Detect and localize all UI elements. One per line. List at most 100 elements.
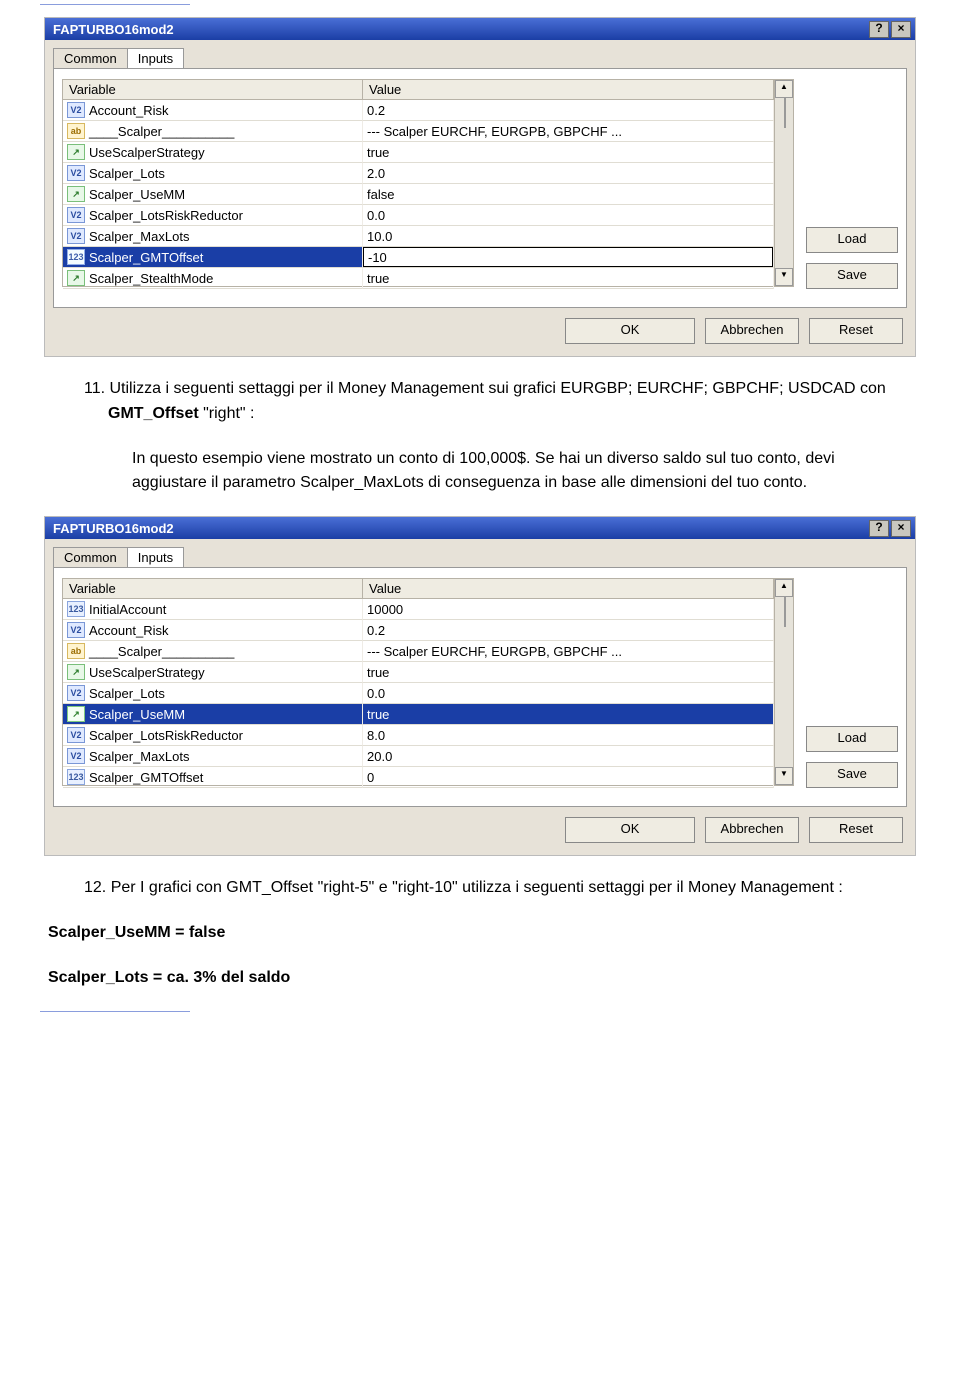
value-cell[interactable]: 10.0	[363, 226, 774, 247]
variable-name: Scalper_StealthMode	[89, 271, 213, 286]
tab-inputs[interactable]: Inputs	[127, 48, 184, 68]
value-cell[interactable]: true	[363, 268, 774, 289]
variable-cell[interactable]: 123Scalper_GMTOffset	[63, 767, 363, 788]
value-cell[interactable]: true	[363, 704, 774, 725]
reset-button[interactable]: Reset	[809, 318, 903, 344]
value-cell[interactable]: --- Scalper EURCHF, EURGPB, GBPCHF ...	[363, 121, 774, 142]
value-cell[interactable]: 10000	[363, 599, 774, 620]
help-button[interactable]: ?	[869, 21, 889, 38]
variable-cell[interactable]: ↗UseScalperStrategy	[63, 142, 363, 163]
variable-name: Scalper_LotsRiskReductor	[89, 208, 243, 223]
variable-name: Scalper_GMTOffset	[89, 250, 203, 265]
col-header-variable[interactable]: Variable	[63, 80, 363, 100]
value-cell[interactable]: 20.0	[363, 746, 774, 767]
value-input[interactable]: -10	[363, 247, 773, 267]
variable-name: ____Scalper__________	[89, 124, 234, 139]
variable-cell[interactable]: V2Scalper_MaxLots	[63, 226, 363, 247]
zs-icon: ↗	[67, 706, 85, 722]
scroll-up-button[interactable]: ▲	[775, 579, 793, 597]
zs-icon: ↗	[67, 270, 85, 286]
titlebar: FAPTURBO16mod2 ? ×	[45, 517, 915, 539]
horizontal-rule	[40, 4, 190, 5]
variable-cell[interactable]: 123Scalper_GMTOffset	[63, 247, 363, 268]
variable-name: Scalper_UseMM	[89, 707, 185, 722]
load-button[interactable]: Load	[806, 726, 898, 752]
col-header-variable[interactable]: Variable	[63, 579, 363, 599]
variable-cell[interactable]: ↗UseScalperStrategy	[63, 662, 363, 683]
v2-icon: V2	[67, 165, 85, 181]
variable-cell[interactable]: V2Account_Risk	[63, 100, 363, 121]
load-button[interactable]: Load	[806, 227, 898, 253]
variable-name: Scalper_Lots	[89, 686, 165, 701]
close-button[interactable]: ×	[891, 520, 911, 537]
text-bold: GMT_Offset	[108, 405, 199, 422]
value-cell[interactable]: 2.0	[363, 163, 774, 184]
scroll-thumb[interactable]	[784, 597, 786, 627]
variable-name: InitialAccount	[89, 602, 166, 617]
variable-cell[interactable]: ↗Scalper_UseMM	[63, 184, 363, 205]
variable-name: Scalper_GMTOffset	[89, 770, 203, 785]
cancel-button[interactable]: Abbrechen	[705, 318, 799, 344]
variable-cell[interactable]: V2Account_Risk	[63, 620, 363, 641]
help-button[interactable]: ?	[869, 520, 889, 537]
inputs-grid: Variable V2Account_Riskab____Scalper____…	[62, 79, 794, 287]
tabrow: Common Inputs	[53, 48, 907, 68]
scroll-down-button[interactable]: ▼	[775, 767, 793, 785]
text: "right" :	[199, 405, 255, 422]
variable-name: Scalper_Lots	[89, 166, 165, 181]
value-cell[interactable]: false	[363, 184, 774, 205]
v2-icon: V2	[67, 622, 85, 638]
close-button[interactable]: ×	[891, 21, 911, 38]
setting-line-1: Scalper_UseMM = false	[48, 921, 912, 946]
tabrow: Common Inputs	[53, 547, 907, 567]
value-cell[interactable]: 8.0	[363, 725, 774, 746]
variable-cell[interactable]: ↗ Scalper_StealthMode	[63, 268, 363, 289]
variable-name: Scalper_LotsRiskReductor	[89, 728, 243, 743]
value-cell[interactable]: -10	[363, 247, 774, 268]
col-header-value[interactable]: Value	[363, 579, 774, 599]
variable-cell[interactable]: ↗ Scalper_UseMM	[63, 704, 363, 725]
value-cell[interactable]: --- Scalper EURCHF, EURGPB, GBPCHF ...	[363, 641, 774, 662]
scrollbar[interactable]: ▲ ▼	[774, 579, 793, 785]
value-cell[interactable]: true	[363, 142, 774, 163]
variable-cell[interactable]: ab____Scalper__________	[63, 121, 363, 142]
tab-panel: Variable 123 InitialAccount V2Account_Risk…	[53, 567, 907, 807]
scroll-down-button[interactable]: ▼	[775, 268, 793, 286]
variable-cell[interactable]: V2Scalper_LotsRiskReductor	[63, 725, 363, 746]
dialog-title: FAPTURBO16mod2	[53, 22, 867, 37]
v2-icon: V2	[67, 748, 85, 764]
ok-button[interactable]: OK	[565, 817, 695, 843]
tab-inputs[interactable]: Inputs	[127, 547, 184, 567]
col-header-value[interactable]: Value	[363, 80, 774, 100]
value-cell[interactable]: 0.0	[363, 205, 774, 226]
variable-cell[interactable]: V2 Scalper_Lots	[63, 163, 363, 184]
cancel-button[interactable]: Abbrechen	[705, 817, 799, 843]
value-cell[interactable]: 0.2	[363, 100, 774, 121]
variable-cell[interactable]: V2Scalper_Lots	[63, 683, 363, 704]
paragraph-11a: 11. Utilizza i seguenti settaggi per il …	[48, 377, 912, 427]
scrollbar[interactable]: ▲ ▼	[774, 80, 793, 286]
tab-common[interactable]: Common	[53, 547, 128, 567]
ab-icon: ab	[67, 643, 85, 659]
value-cell[interactable]: true	[363, 662, 774, 683]
value-cell[interactable]: 0.2	[363, 620, 774, 641]
variable-cell[interactable]: V2Scalper_MaxLots	[63, 746, 363, 767]
i123-icon: 123	[67, 601, 85, 617]
zs-icon: ↗	[67, 664, 85, 680]
ok-button[interactable]: OK	[565, 318, 695, 344]
value-cell[interactable]: 0	[363, 767, 774, 788]
variable-cell[interactable]: V2Scalper_LotsRiskReductor	[63, 205, 363, 226]
variable-name: Account_Risk	[89, 103, 168, 118]
scroll-up-button[interactable]: ▲	[775, 80, 793, 98]
save-button[interactable]: Save	[806, 762, 898, 788]
value-cell[interactable]: 0.0	[363, 683, 774, 704]
tab-common[interactable]: Common	[53, 48, 128, 68]
variable-cell[interactable]: 123 InitialAccount	[63, 599, 363, 620]
save-button[interactable]: Save	[806, 263, 898, 289]
reset-button[interactable]: Reset	[809, 817, 903, 843]
paragraph-11b: In questo esempio viene mostrato un cont…	[48, 447, 912, 497]
variable-cell[interactable]: ab____Scalper__________	[63, 641, 363, 662]
scroll-thumb[interactable]	[784, 98, 786, 128]
variable-name: Scalper_UseMM	[89, 187, 185, 202]
settings-dialog-1: FAPTURBO16mod2 ? × Common Inputs Variabl…	[44, 17, 916, 357]
